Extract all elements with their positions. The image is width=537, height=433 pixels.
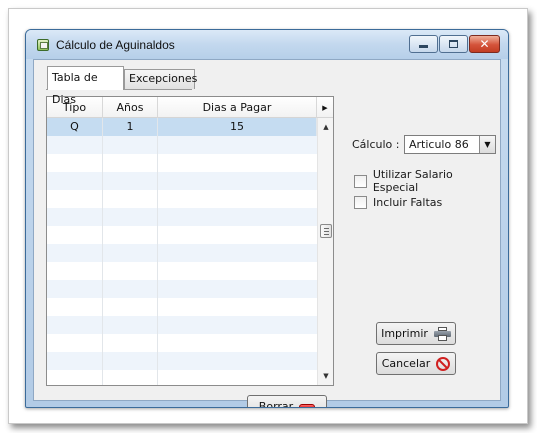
option-utilizar-salario-especial[interactable]: Utilizar Salario Especial bbox=[354, 168, 500, 194]
table-row-empty[interactable] bbox=[47, 226, 317, 244]
cell-anos[interactable]: 1 bbox=[103, 118, 158, 136]
scroll-up-icon[interactable]: ▲ bbox=[318, 119, 333, 135]
incluir-faltas-checkbox[interactable] bbox=[354, 196, 367, 209]
table-row-empty[interactable] bbox=[47, 370, 317, 385]
printer-icon bbox=[433, 326, 451, 341]
grid-header: Tipo Años Dias a Pagar ▶ bbox=[47, 97, 333, 118]
cell-dias-a-pagar[interactable]: 15 bbox=[158, 118, 317, 136]
table-row-empty[interactable] bbox=[47, 136, 317, 154]
borrar-button-label: Borrar bbox=[258, 400, 294, 408]
column-header-anos[interactable]: Años bbox=[103, 97, 158, 118]
salario-especial-checkbox[interactable] bbox=[354, 174, 367, 188]
caption-buttons: ✕ bbox=[409, 35, 500, 53]
grid-vertical-scrollbar[interactable]: ▲ ▼ bbox=[317, 118, 333, 385]
dropdown-arrow-icon[interactable]: ▼ bbox=[479, 136, 495, 153]
calculo-label: Cálculo : bbox=[352, 138, 400, 151]
table-row-empty[interactable] bbox=[47, 262, 317, 280]
tab-excepciones[interactable]: Excepciones bbox=[124, 69, 197, 89]
minimize-button[interactable] bbox=[409, 35, 438, 53]
calculo-selected-value: Articulo 86 bbox=[409, 138, 469, 151]
column-separator bbox=[157, 136, 158, 385]
salario-especial-label: Utilizar Salario Especial bbox=[372, 168, 453, 194]
cell-tipo[interactable]: Q bbox=[47, 118, 103, 136]
table-row-empty[interactable] bbox=[47, 280, 317, 298]
minimize-icon bbox=[410, 36, 437, 52]
table-row-empty[interactable] bbox=[47, 208, 317, 226]
scroll-thumb[interactable] bbox=[320, 224, 332, 238]
column-separator bbox=[102, 136, 103, 385]
cancelar-button-label: Cancelar bbox=[381, 357, 431, 370]
table-row-empty[interactable] bbox=[47, 334, 317, 352]
imprimir-button-label: Imprimir bbox=[381, 327, 428, 340]
table-row-empty[interactable] bbox=[47, 352, 317, 370]
window-title: Cálculo de Aguinaldos bbox=[56, 38, 175, 52]
app-icon bbox=[37, 39, 49, 51]
table-row-empty[interactable] bbox=[47, 298, 317, 316]
dias-grid[interactable]: Tipo Años Dias a Pagar ▶ Q 1 15 bbox=[46, 96, 334, 386]
grid-body: Q 1 15 bbox=[47, 118, 317, 385]
tab-tabla-de-dias[interactable]: Tabla de Dias bbox=[47, 66, 124, 106]
title-bar[interactable]: Cálculo de Aguinaldos ✕ bbox=[26, 30, 508, 59]
close-button[interactable]: ✕ bbox=[469, 35, 500, 53]
table-row-empty[interactable] bbox=[47, 172, 317, 190]
table-row[interactable]: Q 1 15 bbox=[47, 118, 317, 136]
column-scroll-right-icon[interactable]: ▶ bbox=[317, 97, 333, 118]
cancelar-button[interactable]: Cancelar bbox=[376, 352, 456, 375]
imprimir-button[interactable]: Imprimir bbox=[376, 322, 456, 345]
maximize-button[interactable] bbox=[439, 35, 468, 53]
dialog-client-area: Tabla de Dias Excepciones Tipo Años Dias… bbox=[33, 59, 501, 407]
column-header-dias-a-pagar[interactable]: Dias a Pagar bbox=[158, 97, 317, 118]
option-incluir-faltas[interactable]: Incluir Faltas bbox=[354, 196, 442, 209]
scroll-down-icon[interactable]: ▼ bbox=[318, 368, 333, 384]
table-row-empty[interactable] bbox=[47, 316, 317, 334]
close-icon: ✕ bbox=[479, 37, 490, 51]
table-row-empty[interactable] bbox=[47, 244, 317, 262]
dialog-window: Cálculo de Aguinaldos ✕ Tabla de Dias Ex… bbox=[25, 29, 509, 408]
table-row-empty[interactable] bbox=[47, 190, 317, 208]
table-row-empty[interactable] bbox=[47, 154, 317, 172]
maximize-icon bbox=[440, 36, 467, 52]
cancel-icon bbox=[436, 356, 451, 371]
incluir-faltas-label: Incluir Faltas bbox=[373, 196, 443, 209]
erase-icon bbox=[299, 403, 316, 407]
borrar-button[interactable]: Borrar bbox=[247, 395, 327, 408]
calculo-dropdown[interactable]: Articulo 86 ▼ bbox=[404, 135, 496, 154]
